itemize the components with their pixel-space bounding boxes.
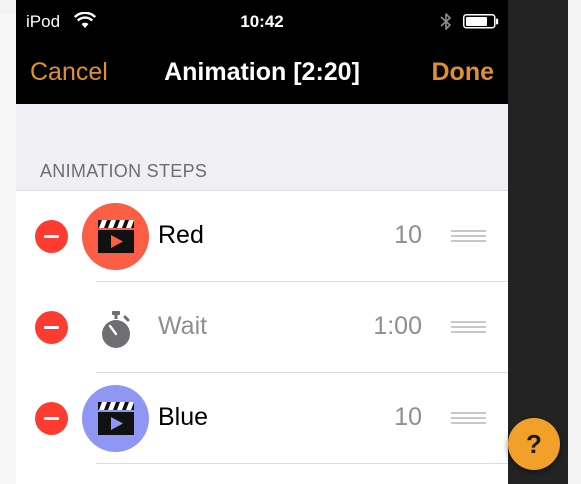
background-app-edge — [0, 0, 16, 484]
reorder-handle-icon[interactable] — [451, 230, 486, 243]
step-label: Red — [158, 221, 204, 249]
step-duration: 10 — [394, 221, 422, 249]
section-spacer — [16, 104, 508, 156]
section-header-label: ANIMATION STEPS — [40, 161, 208, 181]
section-header: ANIMATION STEPS — [16, 156, 508, 191]
step-row-red[interactable]: Red 10 — [16, 191, 508, 282]
minus-icon — [44, 417, 59, 420]
delete-step-button[interactable] — [35, 311, 68, 344]
reorder-handle-icon[interactable] — [451, 321, 486, 334]
step-thumbnail — [82, 203, 149, 270]
minus-icon — [44, 235, 59, 238]
step-label: Wait — [158, 312, 208, 340]
battery-icon — [463, 14, 499, 34]
navigation-bar: Cancel Animation [2:20] Done — [16, 42, 508, 104]
step-duration: 1:00 — [373, 312, 422, 340]
delete-step-button[interactable] — [35, 220, 68, 253]
clapperboard-icon — [98, 220, 134, 253]
help-button[interactable]: ? — [508, 418, 560, 470]
row-separator — [96, 463, 508, 464]
background-app-edge-right — [568, 0, 581, 484]
bluetooth-icon — [440, 12, 452, 36]
minus-icon — [44, 326, 59, 329]
delete-step-button[interactable] — [35, 402, 68, 435]
step-thumbnail — [82, 385, 149, 452]
animation-editor-sheet: iPod 10:42 Cancel Animation [2:20] Done — [16, 0, 508, 484]
step-row-wait[interactable]: Wait 1:00 — [16, 282, 508, 373]
done-button[interactable]: Done — [432, 58, 495, 87]
clapperboard-icon — [98, 402, 134, 435]
stopwatch-icon — [98, 310, 134, 355]
reorder-handle-icon[interactable] — [451, 412, 486, 425]
step-row-blue[interactable]: Blue 10 — [16, 373, 508, 464]
status-time: 10:42 — [240, 12, 284, 31]
status-bar: iPod 10:42 — [16, 0, 508, 42]
step-label: Blue — [158, 403, 209, 431]
step-duration: 10 — [394, 403, 422, 431]
